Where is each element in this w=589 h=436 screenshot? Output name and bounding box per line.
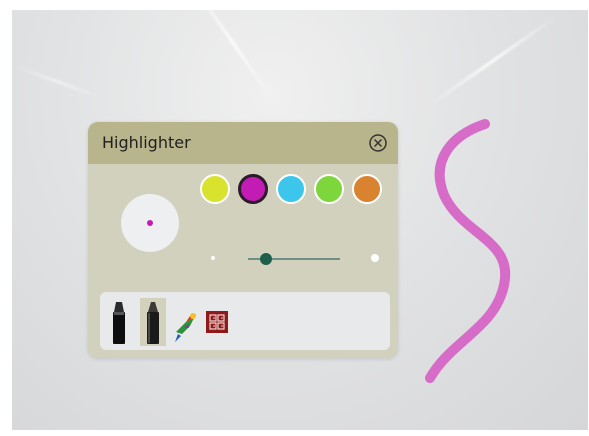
highlighter-icon xyxy=(147,302,159,344)
close-circle-icon[interactable] xyxy=(368,133,388,153)
pattern-icon xyxy=(206,311,228,333)
whiteboard-canvas[interactable]: Highlighter xyxy=(12,10,588,430)
stroke-path xyxy=(425,119,511,383)
bird-brush-icon xyxy=(175,313,196,342)
color-swatch-sky-blue[interactable] xyxy=(276,174,306,204)
tool-pattern-brush[interactable] xyxy=(204,298,230,346)
tool-pen[interactable] xyxy=(106,298,132,346)
color-swatch-magenta[interactable] xyxy=(238,174,268,204)
size-min-indicator xyxy=(211,256,215,260)
tool-artistic-brush[interactable] xyxy=(172,298,198,346)
brush-tool-bar xyxy=(100,292,390,350)
highlighter-settings-panel: Highlighter xyxy=(88,122,398,358)
panel-header: Highlighter xyxy=(88,122,398,164)
tool-highlighter[interactable] xyxy=(140,298,166,346)
brush-preview-dot xyxy=(147,220,153,226)
brush-preview xyxy=(121,194,179,252)
size-max-indicator xyxy=(371,254,379,262)
color-swatch-orange[interactable] xyxy=(352,174,382,204)
color-swatch-green[interactable] xyxy=(314,174,344,204)
marker-pen-icon xyxy=(113,302,125,344)
color-swatch-yellow[interactable] xyxy=(200,174,230,204)
brush-size-slider-thumb[interactable] xyxy=(260,253,273,265)
panel-title: Highlighter xyxy=(102,133,191,152)
